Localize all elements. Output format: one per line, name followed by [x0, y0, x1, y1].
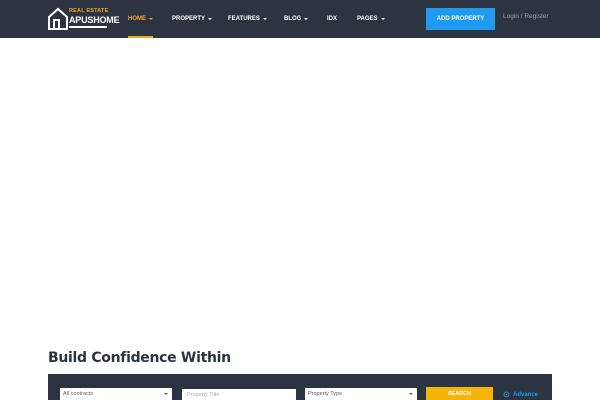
logo-underline — [69, 26, 107, 28]
chevron-down-icon — [149, 18, 153, 20]
site-header: REAL ESTATE APUSHOME HOME PROPERTY FEATU… — [0, 0, 600, 38]
nav-blog[interactable]: BLOG — [284, 0, 309, 38]
nav-idx[interactable]: IDX — [327, 0, 337, 38]
nav-pages-label: PAGES — [357, 16, 378, 22]
property-type-select[interactable]: Property Type — [305, 388, 417, 400]
add-property-button[interactable]: ADD PROPERTY — [426, 8, 495, 30]
nav-home[interactable]: HOME — [128, 0, 153, 38]
chevron-down-icon — [262, 18, 267, 20]
advance-search-toggle[interactable]: Advance — [503, 391, 538, 398]
contract-select-value: All contracts — [63, 391, 93, 397]
chevron-down-icon — [164, 393, 168, 395]
house-logo-icon — [48, 7, 68, 30]
property-type-value: Property Type — [308, 391, 343, 397]
nav-blog-label: BLOG — [284, 16, 302, 22]
contract-select[interactable]: All contracts — [60, 388, 172, 400]
search-button[interactable]: SEARCH — [426, 387, 493, 400]
chevron-down-icon — [409, 393, 413, 395]
chevron-down-icon — [208, 18, 213, 20]
logo-tagline: REAL ESTATE — [69, 8, 109, 14]
chevron-down-icon — [304, 18, 309, 20]
advance-label: Advance — [513, 391, 539, 398]
nav-features[interactable]: FEATURES — [228, 0, 267, 38]
property-title-input[interactable]: Property Title — [182, 389, 296, 400]
hero-heading: Build Confidence Within — [48, 350, 231, 366]
nav-property[interactable]: PROPERTY — [172, 0, 213, 38]
nav-home-label: HOME — [128, 16, 146, 22]
nav-features-label: FEATURES — [228, 16, 260, 22]
property-search-bar: All contracts Property Title Property Ty… — [48, 374, 552, 400]
nav-pages[interactable]: PAGES — [357, 0, 385, 38]
nav-idx-label: IDX — [327, 16, 338, 22]
property-title-placeholder: Property Title — [187, 392, 220, 398]
chevron-down-icon — [380, 18, 385, 20]
gear-icon — [503, 391, 510, 398]
site-logo[interactable]: REAL ESTATE APUSHOME — [48, 7, 120, 30]
logo-name: APUSHOME — [69, 15, 120, 25]
nav-property-label: PROPERTY — [172, 16, 206, 22]
login-register-link[interactable]: Login / Register — [503, 13, 549, 20]
